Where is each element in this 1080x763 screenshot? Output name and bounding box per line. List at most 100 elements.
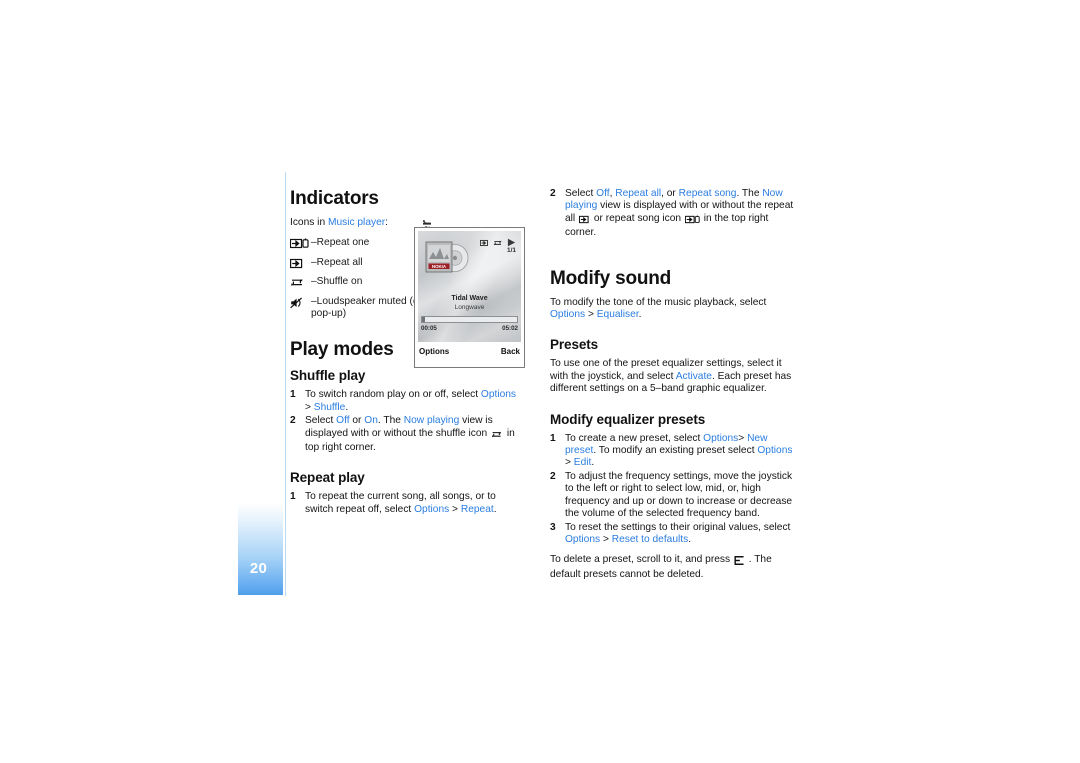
repeat-one-icon bbox=[684, 215, 700, 227]
ui-term: On bbox=[364, 415, 378, 427]
step-text: Select Off or On. The Now playing view i… bbox=[305, 415, 515, 453]
phone-softkey-bar: Options Back bbox=[418, 347, 521, 363]
text-run: To adjust the frequency settings, move t… bbox=[565, 470, 793, 520]
track-position-counter: 1/1 bbox=[506, 247, 516, 254]
step-text: Select Off, Repeat all, or Repeat song. … bbox=[565, 188, 793, 238]
chapter-title-rotated: Music player bbox=[231, 66, 435, 310]
text-run: Select bbox=[565, 188, 597, 199]
text-run: . bbox=[591, 457, 595, 469]
text-run: . The bbox=[736, 188, 763, 199]
ui-term: Options bbox=[480, 389, 517, 401]
text-run: , or bbox=[661, 188, 679, 199]
modify-sound-intro: To modify the tone of the music playback… bbox=[550, 297, 798, 322]
text-run: . bbox=[638, 309, 642, 321]
ui-term: Options bbox=[550, 309, 586, 321]
step-number: 1 bbox=[550, 432, 556, 444]
text-run: To create a new preset, select bbox=[565, 432, 704, 444]
ui-term: Activate bbox=[675, 370, 712, 382]
page-number: 20 bbox=[249, 560, 268, 577]
text-run: . The bbox=[377, 415, 404, 427]
track-artist: Longwave bbox=[454, 304, 485, 311]
indicators-intro-link: Music player bbox=[327, 217, 386, 228]
text-run: > bbox=[449, 503, 461, 515]
indicators-intro-plain: Icons in bbox=[290, 217, 328, 228]
step-text: To reset the settings to their original … bbox=[565, 522, 790, 545]
repeat-play-steps-continued: 2 Select Off, Repeat all, or Repeat song… bbox=[550, 188, 798, 240]
step-text: To switch random play on or off, select … bbox=[305, 389, 516, 412]
text-run: > bbox=[738, 432, 748, 444]
now-playing-screenshot: 1/1 NOKIA Tidal Wave Longwave 00:05 05:0… bbox=[414, 227, 525, 368]
text-run: To switch random play on or off, select bbox=[305, 389, 481, 401]
ui-term: Reset to defaults bbox=[611, 533, 689, 545]
text-run: > bbox=[600, 533, 612, 545]
step-number: 1 bbox=[290, 389, 296, 401]
softkey-back[interactable]: Back bbox=[501, 347, 520, 356]
text-run: > bbox=[585, 309, 597, 321]
text-run: > bbox=[565, 457, 574, 469]
ui-term: Repeat song bbox=[678, 188, 737, 199]
delete-preset-note: To delete a preset, scroll to it, and pr… bbox=[550, 554, 798, 581]
text-run: . bbox=[345, 401, 349, 413]
ui-term: Repeat all bbox=[615, 188, 662, 199]
ui-term: Off bbox=[596, 188, 610, 199]
heading-presets: Presets bbox=[550, 337, 599, 353]
text-run: Select bbox=[305, 415, 337, 427]
list-item: 1 To switch random play on or off, selec… bbox=[290, 389, 522, 414]
ui-term: Equaliser bbox=[596, 309, 639, 321]
list-item: 2 To adjust the frequency settings, move… bbox=[550, 471, 798, 521]
text-run: To modify the tone of the music playback… bbox=[550, 296, 767, 308]
softkey-options[interactable]: Options bbox=[419, 347, 449, 356]
list-item: 1 To repeat the current song, all songs,… bbox=[290, 491, 522, 516]
indicators-intro-end: : bbox=[385, 217, 388, 228]
total-time: 05:02 bbox=[502, 325, 518, 332]
clear-key-icon bbox=[734, 556, 745, 568]
text-run: . bbox=[688, 533, 692, 545]
right-column: 2 Select Off, Repeat all, or Repeat song… bbox=[550, 188, 798, 589]
step-number: 2 bbox=[550, 188, 556, 199]
ui-term: Repeat bbox=[460, 503, 494, 515]
repeat-play-steps: 1 To repeat the current song, all songs,… bbox=[290, 491, 522, 516]
track-title: Tidal Wave bbox=[451, 295, 488, 302]
loudspeaker-muted-icon bbox=[290, 296, 311, 311]
heading-shuffle-play: Shuffle play bbox=[290, 368, 366, 384]
ui-term: Edit bbox=[573, 457, 592, 469]
step-text: To create a new preset, select Options> … bbox=[565, 433, 792, 469]
presets-body: To use one of the preset equalizer setti… bbox=[550, 358, 798, 395]
column-divider-rule bbox=[285, 172, 286, 596]
shuffle-on-icon bbox=[493, 234, 503, 252]
ui-term: Now playing bbox=[403, 415, 460, 427]
elapsed-time: 00:05 bbox=[421, 325, 437, 332]
step-number: 2 bbox=[290, 415, 296, 427]
text-run: To delete a preset, scroll to it, and pr… bbox=[550, 554, 733, 566]
ui-term: Options bbox=[703, 432, 739, 444]
repeat-all-icon bbox=[578, 215, 590, 227]
text-run: or bbox=[349, 415, 365, 427]
heading-repeat-play: Repeat play bbox=[290, 470, 365, 486]
repeat-all-icon bbox=[479, 234, 489, 252]
list-item: 2 Select Off or On. The Now playing view… bbox=[290, 415, 522, 454]
heading-modify-sound: Modify sound bbox=[550, 267, 672, 289]
shuffle-play-steps: 1 To switch random play on or off, selec… bbox=[290, 389, 522, 454]
manual-page: 20 Music player Indicators Icons in Musi… bbox=[0, 0, 1080, 763]
repeat-all-icon bbox=[290, 257, 311, 271]
shuffle-on-icon bbox=[290, 276, 311, 290]
chapter-page-tab: 20 bbox=[238, 503, 283, 595]
heading-indicators: Indicators bbox=[290, 188, 379, 209]
text-run: To reset the settings to their original … bbox=[565, 521, 791, 533]
repeat-one-icon bbox=[290, 237, 311, 251]
ui-term: Options bbox=[757, 445, 793, 457]
list-item: 1 To create a new preset, select Options… bbox=[550, 433, 798, 470]
album-art-thumbnail: NOKIA bbox=[424, 239, 470, 277]
heading-modify-equalizer-presets: Modify equalizer presets bbox=[550, 411, 706, 427]
text-run: . To modify an existing preset select bbox=[593, 445, 758, 457]
playback-progress-bar[interactable] bbox=[421, 316, 518, 323]
ui-term: Off bbox=[336, 415, 350, 427]
modify-presets-steps: 1 To create a new preset, select Options… bbox=[550, 433, 798, 547]
shuffle-on-icon bbox=[491, 430, 503, 442]
list-item: 3 To reset the settings to their origina… bbox=[550, 522, 798, 547]
list-item: 2 Select Off, Repeat all, or Repeat song… bbox=[550, 188, 798, 240]
phone-screen-area: 1/1 NOKIA Tidal Wave Longwave 00:05 05:0… bbox=[418, 231, 521, 342]
step-number: 1 bbox=[290, 491, 296, 503]
text-run: . bbox=[493, 503, 497, 515]
step-number: 3 bbox=[550, 521, 556, 533]
